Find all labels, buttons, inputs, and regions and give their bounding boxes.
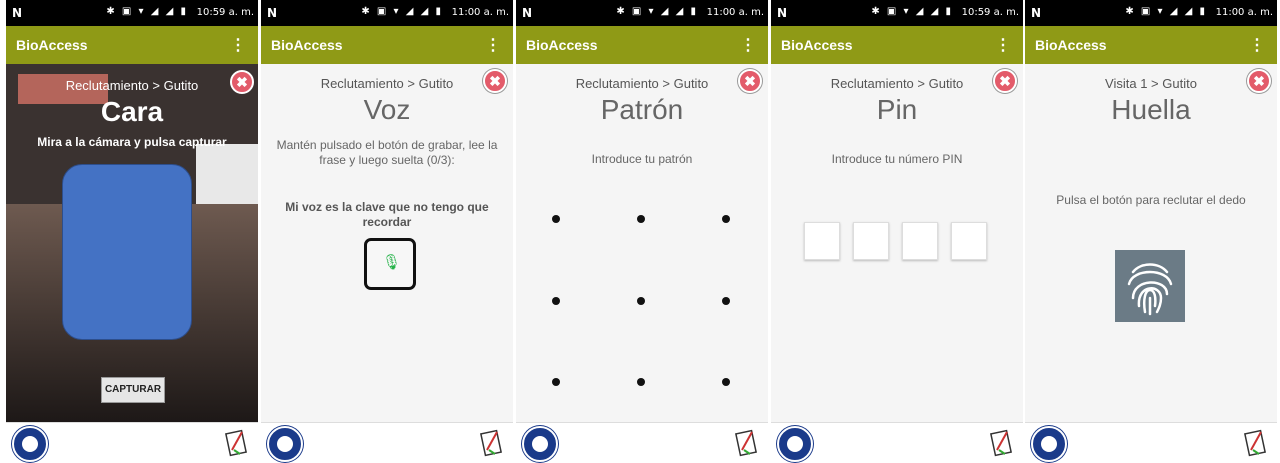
screen-cara: N ✱ ▣ ▾ ◢ ◢ ▮ 10:59 a. m. BioAccess ⋮ Re…	[6, 0, 258, 463]
phrase-text: Mi voz es la clave que no tengo que reco…	[285, 200, 489, 229]
app-bar: BioAccess ⋮	[261, 26, 513, 64]
app-bar: BioAccess ⋮	[1025, 26, 1277, 64]
app-title: BioAccess	[16, 37, 88, 53]
instruction-text: Mantén pulsado el botón de grabar, lee l…	[276, 138, 498, 167]
overflow-menu-icon[interactable]: ⋮	[995, 35, 1011, 55]
page-title: Pin	[876, 94, 918, 125]
status-icons: ✱ ▣ ▾ ◢ ◢ ▮	[1125, 6, 1207, 17]
breadcrumb: Reclutamiento > Gutito	[575, 76, 709, 91]
status-icons: ✱ ▣ ▾ ◢ ◢ ▮	[361, 6, 443, 17]
page-title: Huella	[1111, 94, 1191, 125]
status-bar: N ✱ ▣ ▾ ◢ ◢ ▮ 10:59 a. m.	[771, 0, 1023, 26]
page-title: Patrón	[600, 94, 684, 125]
page-title: Cara	[100, 96, 164, 127]
camera-preview: Reclutamiento > Gutito Cara Mira a la cá…	[6, 64, 258, 422]
pattern-dot[interactable]	[722, 378, 730, 386]
app-title: BioAccess	[1035, 37, 1107, 53]
network-icon: N	[267, 6, 278, 20]
status-bar: N ✱ ▣ ▾ ◢ ◢ ▮ 11:00 a. m.	[1025, 0, 1277, 26]
overflow-menu-icon[interactable]: ⋮	[230, 35, 246, 55]
overflow-menu-icon[interactable]: ⋮	[740, 35, 756, 55]
breadcrumb: Reclutamiento > Gutito	[830, 76, 964, 91]
university-logo-icon	[1031, 426, 1067, 462]
pattern-dot[interactable]	[552, 378, 560, 386]
screen-huella: N ✱ ▣ ▾ ◢ ◢ ▮ 11:00 a. m. BioAccess ⋮ ✖ …	[1025, 0, 1277, 463]
scribe-logo-icon	[479, 429, 503, 457]
status-time: 10:59 a. m.	[196, 7, 254, 18]
face-blur-overlay	[62, 164, 192, 340]
fingerprint-icon	[1127, 263, 1173, 316]
instruction-text: Mira a la cámara y pulsa capturar	[37, 135, 227, 149]
bottom-bar	[1025, 422, 1277, 463]
bottom-bar	[771, 422, 1023, 463]
app-title: BioAccess	[271, 37, 343, 53]
bottom-bar	[6, 422, 258, 463]
instruction-text: Introduce tu patrón	[591, 152, 693, 166]
university-logo-icon	[12, 426, 48, 462]
pin-digit-field[interactable]	[804, 222, 840, 260]
status-icons: ✱ ▣ ▾ ◢ ◢ ▮	[106, 6, 188, 17]
screen-voz: N ✱ ▣ ▾ ◢ ◢ ▮ 11:00 a. m. BioAccess ⋮ ✖ …	[261, 0, 513, 463]
breadcrumb: Reclutamiento > Gutito	[320, 76, 454, 91]
overflow-menu-icon[interactable]: ⋮	[485, 35, 501, 55]
pattern-dot[interactable]	[552, 297, 560, 305]
pattern-dot[interactable]	[637, 378, 645, 386]
record-button[interactable]: 🎙	[364, 238, 416, 290]
page-title: Voz	[363, 94, 411, 125]
app-title: BioAccess	[781, 37, 853, 53]
scribe-logo-icon	[224, 429, 248, 457]
content-area: ✖ Reclutamiento > Gutito Voz Mantén puls…	[261, 64, 513, 422]
university-logo-icon	[522, 426, 558, 462]
pin-digit-field[interactable]	[951, 222, 987, 260]
app-bar: BioAccess ⋮	[516, 26, 768, 64]
pin-digit-field[interactable]	[853, 222, 889, 260]
app-title: BioAccess	[526, 37, 598, 53]
instruction-text: Pulsa el botón para reclutar el dedo	[1056, 193, 1246, 207]
status-bar: N ✱ ▣ ▾ ◢ ◢ ▮ 10:59 a. m.	[6, 0, 258, 26]
close-icon[interactable]: ✖	[230, 70, 254, 94]
status-bar: N ✱ ▣ ▾ ◢ ◢ ▮ 11:00 a. m.	[516, 0, 768, 26]
instruction-text: Introduce tu número PIN	[831, 152, 963, 166]
app-bar: BioAccess ⋮	[771, 26, 1023, 64]
network-icon: N	[1031, 6, 1042, 20]
pattern-dot[interactable]	[637, 297, 645, 305]
capture-button[interactable]: CAPTURAR	[101, 377, 165, 403]
screen-pin: N ✱ ▣ ▾ ◢ ◢ ▮ 10:59 a. m. BioAccess ⋮ ✖ …	[771, 0, 1023, 463]
fingerprint-button[interactable]	[1115, 250, 1185, 322]
status-time: 10:59 a. m.	[961, 7, 1019, 18]
content-area: ✖ Reclutamiento > Gutito Pin Introduce t…	[771, 64, 1023, 422]
pin-digit-field[interactable]	[902, 222, 938, 260]
screen-patron: N ✱ ▣ ▾ ◢ ◢ ▮ 11:00 a. m. BioAccess ⋮ ✖ …	[516, 0, 768, 463]
pattern-dot[interactable]	[552, 215, 560, 223]
app-bar: BioAccess ⋮	[6, 26, 258, 64]
bottom-bar	[261, 422, 513, 463]
network-icon: N	[522, 6, 533, 20]
university-logo-icon	[267, 426, 303, 462]
content-area: ✖ Reclutamiento > Gutito Patrón Introduc…	[516, 64, 768, 422]
bottom-bar	[516, 422, 768, 463]
breadcrumb: Visita 1 > Gutito	[1105, 76, 1197, 91]
pattern-dot[interactable]	[722, 297, 730, 305]
scribe-logo-icon	[989, 429, 1013, 457]
status-time: 11:00 a. m.	[451, 7, 509, 18]
status-bar: N ✱ ▣ ▾ ◢ ◢ ▮ 11:00 a. m.	[261, 0, 513, 26]
network-icon: N	[777, 6, 788, 20]
status-icons: ✱ ▣ ▾ ◢ ◢ ▮	[616, 6, 698, 17]
breadcrumb: Reclutamiento > Gutito	[65, 78, 199, 93]
status-time: 11:00 a. m.	[1215, 7, 1273, 18]
microphone-icon: 🎙	[382, 254, 402, 271]
scribe-logo-icon	[1243, 429, 1267, 457]
pattern-dot[interactable]	[722, 215, 730, 223]
scribe-logo-icon	[734, 429, 758, 457]
overflow-menu-icon[interactable]: ⋮	[1249, 35, 1265, 55]
network-icon: N	[12, 6, 23, 20]
status-time: 11:00 a. m.	[706, 7, 764, 18]
status-icons: ✱ ▣ ▾ ◢ ◢ ▮	[871, 6, 953, 17]
university-logo-icon	[777, 426, 813, 462]
content-area: ✖ Visita 1 > Gutito Huella Pulsa el botó…	[1025, 64, 1277, 422]
pattern-dot[interactable]	[637, 215, 645, 223]
